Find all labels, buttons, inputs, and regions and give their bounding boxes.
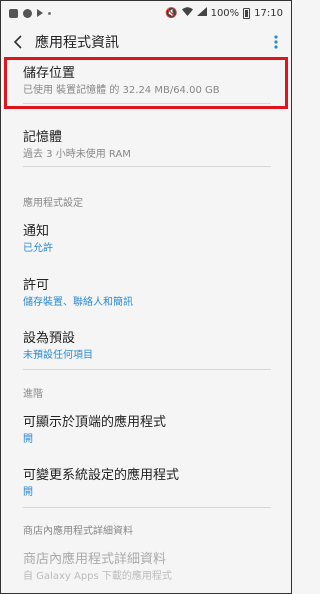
storage-title: 儲存位置 bbox=[23, 66, 76, 81]
permissions-item[interactable]: 許可 儲存裝置、聯絡人和簡訊 bbox=[1, 277, 291, 310]
section-header-store: 商店內應用程式詳細資料 bbox=[23, 526, 133, 537]
battery-icon bbox=[243, 7, 251, 19]
mute-icon: 🔇 bbox=[165, 7, 178, 19]
back-button[interactable] bbox=[1, 27, 35, 57]
divider bbox=[23, 103, 271, 104]
more-notifications-icon bbox=[48, 11, 51, 15]
divider bbox=[23, 369, 271, 370]
storage-item[interactable]: 儲存位置 已使用 裝置記憶體 的 32.24 MB/64.00 GB bbox=[1, 65, 291, 98]
memory-subtitle: 過去 3 小時未使用 RAM bbox=[23, 149, 131, 160]
notifications-item[interactable]: 通知 已允許 bbox=[1, 223, 291, 256]
notifications-title: 通知 bbox=[23, 224, 50, 239]
storage-subtitle: 已使用 裝置記憶體 的 32.24 MB/64.00 GB bbox=[23, 85, 220, 96]
back-arrow-icon bbox=[13, 35, 22, 49]
section-header-app-settings: 應用程式設定 bbox=[23, 198, 83, 209]
signal-icon bbox=[196, 7, 207, 19]
store-details-subtitle: 自 Galaxy Apps 下載的應用程式 bbox=[23, 571, 172, 582]
draw-over-apps-status: 開 bbox=[23, 434, 33, 445]
divider bbox=[23, 507, 271, 508]
gallery-icon bbox=[9, 8, 18, 18]
modify-system-settings-status: 開 bbox=[23, 487, 33, 498]
set-default-item[interactable]: 設為預設 未預設任何項目 bbox=[1, 330, 291, 363]
section-header-advanced: 進階 bbox=[23, 389, 43, 400]
permissions-title: 許可 bbox=[23, 278, 50, 293]
modify-system-settings-title: 可變更系統設定的應用程式 bbox=[23, 468, 180, 483]
wifi-icon bbox=[181, 7, 193, 19]
system-icons: 🔇 100% 17:10 bbox=[165, 7, 283, 19]
play-icon bbox=[37, 9, 43, 17]
app-bar: 應用程式資訊 bbox=[1, 27, 291, 57]
notification-icons bbox=[9, 8, 51, 18]
draw-over-apps-item[interactable]: 可顯示於頂端的應用程式 開 bbox=[1, 414, 291, 447]
clock: 17:10 bbox=[254, 7, 283, 19]
set-default-title: 設為預設 bbox=[23, 331, 76, 346]
modify-system-settings-item[interactable]: 可變更系統設定的應用程式 開 bbox=[1, 467, 291, 500]
store-details-item: 商店內應用程式詳細資料 自 Galaxy Apps 下載的應用程式 bbox=[1, 551, 291, 584]
set-default-status: 未預設任何項目 bbox=[23, 350, 93, 361]
page-title: 應用程式資訊 bbox=[35, 35, 119, 51]
status-bar: 🔇 100% 17:10 bbox=[1, 1, 291, 25]
more-vert-icon bbox=[274, 35, 278, 49]
notifications-status: 已允許 bbox=[23, 243, 53, 254]
divider bbox=[23, 166, 271, 167]
more-options-button[interactable] bbox=[261, 27, 291, 57]
store-details-title: 商店內應用程式詳細資料 bbox=[23, 552, 167, 567]
app-notification-icon bbox=[23, 8, 32, 18]
memory-title: 記憶體 bbox=[23, 130, 63, 145]
draw-over-apps-title: 可顯示於頂端的應用程式 bbox=[23, 415, 167, 430]
battery-percent: 100% bbox=[210, 7, 240, 19]
memory-item[interactable]: 記憶體 過去 3 小時未使用 RAM bbox=[1, 129, 291, 162]
permissions-list: 儲存裝置、聯絡人和簡訊 bbox=[23, 297, 133, 308]
